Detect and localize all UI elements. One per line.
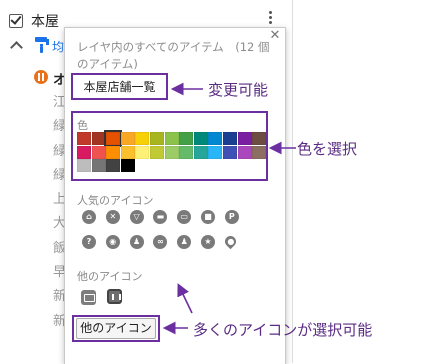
annotation-arrows xyxy=(162,82,296,335)
annotation-color-select: 色を選択 xyxy=(297,140,358,158)
arrow-other-icons xyxy=(177,283,193,314)
annotation-changeable: 変更可能 xyxy=(208,81,269,99)
annotation-many-icons: 多くのアイコンが選択可能 xyxy=(193,321,373,339)
